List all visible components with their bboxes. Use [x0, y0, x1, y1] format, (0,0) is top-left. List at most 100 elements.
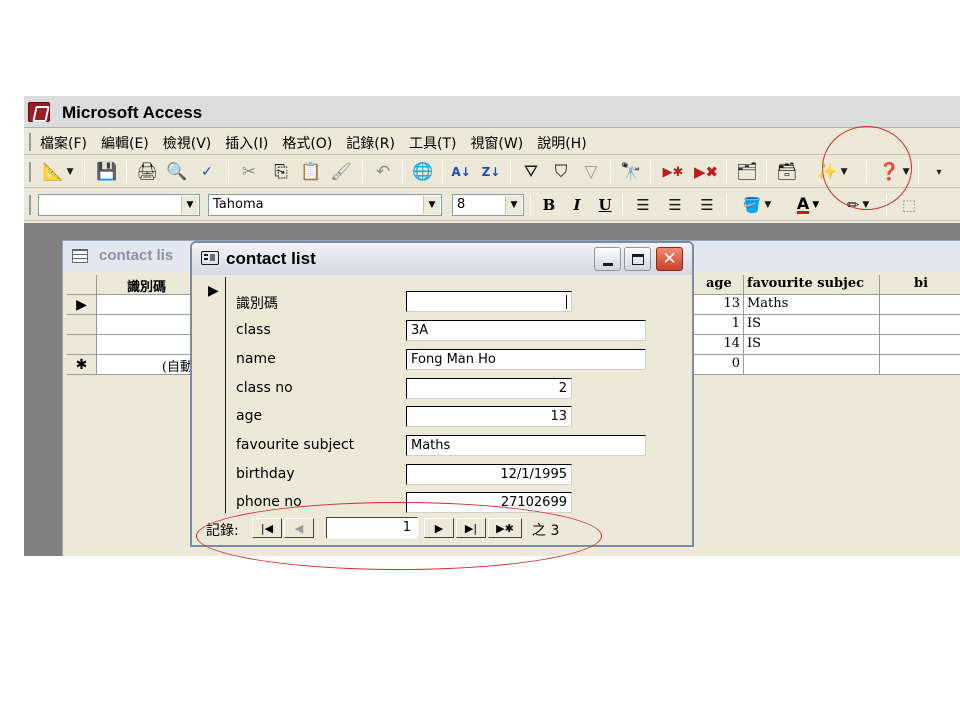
underline-button[interactable]: U: [594, 194, 616, 216]
column-header-subject[interactable]: favourite subjec: [744, 275, 880, 294]
column-header-id[interactable]: 識別碼: [97, 275, 197, 294]
find-icon[interactable]: 🔭: [618, 160, 644, 184]
cell-birthday[interactable]: [880, 315, 960, 334]
row-selector[interactable]: ▶: [67, 295, 97, 314]
cell-birthday[interactable]: [880, 335, 960, 354]
class-no-field[interactable]: 2: [406, 378, 572, 399]
new-record-icon[interactable]: ▶✱: [658, 160, 688, 184]
toolbar-separator: [726, 161, 727, 183]
form-detail: ▶ 識別碼 class 3A name Fong Man Ho class no…: [192, 277, 692, 513]
align-center-icon[interactable]: ☰: [662, 193, 688, 217]
select-all-button[interactable]: [67, 275, 97, 294]
line-color-icon[interactable]: ✏ ▼: [836, 193, 880, 217]
border-style-icon[interactable]: ⬚: [894, 193, 924, 217]
format-painter-icon[interactable]: 🖌: [328, 160, 354, 184]
cut-icon[interactable]: ✂: [236, 160, 262, 184]
font-color-icon[interactable]: A ▼: [786, 193, 830, 217]
toolbar-options-icon[interactable]: ▾: [926, 160, 952, 184]
spelling-icon[interactable]: ✓: [194, 160, 220, 184]
close-button[interactable]: ✕: [656, 247, 683, 271]
chevron-down-icon[interactable]: ▼: [181, 196, 198, 214]
chevron-down-icon[interactable]: ▼: [423, 196, 440, 214]
cell-id[interactable]: [97, 335, 197, 354]
new-object-icon[interactable]: ✨ ▼: [806, 160, 858, 184]
menu-window[interactable]: 視窗(W): [470, 133, 523, 153]
minimize-button[interactable]: [594, 247, 621, 271]
database-window-icon[interactable]: 🗃: [774, 160, 800, 184]
cell-subject[interactable]: [744, 355, 880, 374]
cell-subject[interactable]: IS: [744, 315, 880, 334]
birthday-field[interactable]: 12/1/1995: [406, 464, 572, 485]
toolbar-separator: [84, 161, 85, 183]
row-selector[interactable]: [67, 315, 97, 334]
menu-tools[interactable]: 工具(T): [409, 133, 456, 153]
id-field[interactable]: [406, 291, 572, 312]
font-size-combo[interactable]: 8 ▼: [452, 194, 524, 216]
filter-by-form-icon[interactable]: ⛉: [548, 160, 574, 184]
previous-record-button[interactable]: ◀: [284, 518, 314, 538]
font-name-combo[interactable]: Tahoma ▼: [208, 194, 442, 216]
text-cursor: [566, 294, 567, 309]
sort-descending-icon[interactable]: Z↓: [478, 160, 504, 184]
apply-filter-icon[interactable]: ▽: [578, 160, 604, 184]
menu-bar: 檔案(F) 編輯(E) 檢視(V) 插入(I) 格式(O) 記錄(R) 工具(T…: [24, 129, 960, 155]
record-navigation: 記錄: |◀ ◀ 1 ▶ ▶| ▶✱ 之 3: [192, 513, 692, 543]
cell-id[interactable]: (自動: [97, 355, 197, 374]
name-field[interactable]: Fong Man Ho: [406, 349, 646, 370]
cell-subject[interactable]: Maths: [744, 295, 880, 314]
new-row-selector[interactable]: ✱: [67, 355, 97, 374]
menu-help[interactable]: 說明(H): [537, 133, 586, 153]
phone-no-field[interactable]: 27102699: [406, 492, 572, 513]
record-selector[interactable]: ▶: [200, 277, 226, 513]
class-field[interactable]: 3A: [406, 320, 646, 341]
record-count: 之 3: [532, 523, 560, 539]
chevron-down-icon[interactable]: ▼: [505, 196, 522, 214]
toolbar-grip[interactable]: [29, 162, 31, 182]
maximize-button[interactable]: [624, 247, 651, 271]
menu-view[interactable]: 檢視(V): [163, 133, 212, 153]
favourite-subject-field[interactable]: Maths: [406, 435, 646, 456]
age-field[interactable]: 13: [406, 406, 572, 427]
label-class-no: class no: [236, 380, 293, 396]
toolbar-grip[interactable]: [29, 195, 31, 215]
column-header-birthday[interactable]: bi: [880, 275, 960, 294]
fill-color-icon[interactable]: 🪣 ▼: [734, 193, 780, 217]
save-icon[interactable]: 💾: [94, 160, 120, 184]
cell-birthday[interactable]: [880, 295, 960, 314]
copy-icon[interactable]: ⎘: [268, 160, 294, 184]
print-preview-icon[interactable]: 🔍: [164, 160, 190, 184]
hyperlink-icon[interactable]: 🌐: [410, 160, 436, 184]
sort-ascending-icon[interactable]: A↓: [448, 160, 474, 184]
next-record-button[interactable]: ▶: [424, 518, 454, 538]
menu-edit[interactable]: 編輯(E): [101, 133, 149, 153]
menu-insert[interactable]: 插入(I): [225, 133, 268, 153]
cell-birthday[interactable]: [880, 355, 960, 374]
properties-icon[interactable]: 🗂: [734, 160, 760, 184]
new-record-button[interactable]: ▶✱: [488, 518, 522, 538]
bold-button[interactable]: B: [538, 194, 560, 216]
last-record-button[interactable]: ▶|: [456, 518, 486, 538]
menu-records[interactable]: 記錄(R): [346, 133, 395, 153]
object-combo[interactable]: ▼: [38, 194, 200, 216]
undo-icon[interactable]: ↶: [370, 160, 396, 184]
row-selector[interactable]: [67, 335, 97, 354]
design-view-icon[interactable]: 📐 ▼: [38, 160, 78, 184]
menu-grip[interactable]: [29, 133, 31, 151]
first-record-button[interactable]: |◀: [252, 518, 282, 538]
cell-subject[interactable]: IS: [744, 335, 880, 354]
paste-icon[interactable]: 📋: [298, 160, 324, 184]
align-left-icon[interactable]: ☰: [630, 193, 656, 217]
menu-format[interactable]: 格式(O): [282, 133, 332, 153]
align-right-icon[interactable]: ☰: [694, 193, 720, 217]
cell-id[interactable]: [97, 315, 197, 334]
cell-id[interactable]: [97, 295, 197, 314]
current-record-input[interactable]: 1: [326, 517, 418, 539]
filter-by-selection-icon[interactable]: ⛛: [518, 160, 544, 184]
italic-button[interactable]: I: [566, 194, 588, 216]
menu-file[interactable]: 檔案(F): [40, 133, 87, 153]
print-icon[interactable]: 🖨: [134, 160, 160, 184]
help-icon[interactable]: ❓ ▼: [874, 160, 914, 184]
delete-record-icon[interactable]: ▶✖: [692, 160, 720, 184]
app-title: Microsoft Access: [62, 103, 203, 122]
new-record-nav-icon: ▶✱: [496, 521, 514, 535]
